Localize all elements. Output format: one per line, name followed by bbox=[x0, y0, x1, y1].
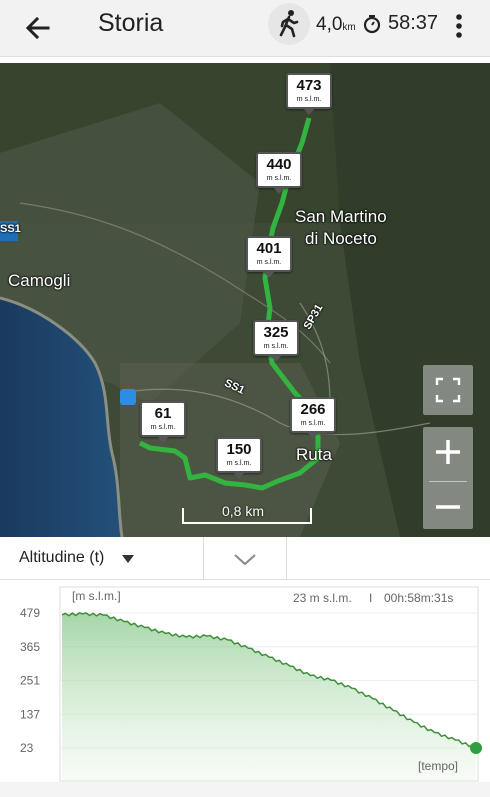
marker-unit: m s.l.m. bbox=[300, 420, 326, 427]
road-shield-ss1: SS1 bbox=[0, 223, 21, 235]
y-axis-label: [m s.l.m.] bbox=[72, 589, 121, 603]
page-title: Storia bbox=[98, 9, 164, 37]
more-vert-icon[interactable] bbox=[452, 12, 466, 40]
y-tick-label: 251 bbox=[20, 674, 40, 688]
y-tick-label: 365 bbox=[20, 640, 40, 654]
y-tick-label: 137 bbox=[20, 707, 40, 721]
elevation-chart[interactable]: 479 365 251 137 23 [m s.l.m.] 23 m s.l.m. I … bbox=[0, 580, 490, 782]
marker-unit: m s.l.m. bbox=[256, 259, 282, 266]
elevation-chart-svg: 47936525113723 [m s.l.m.] 23 m s.l.m. I … bbox=[20, 586, 482, 782]
walking-icon bbox=[279, 10, 299, 38]
back-arrow-icon[interactable] bbox=[22, 12, 54, 44]
app-bar: Storia 4,0km 58:37 bbox=[0, 0, 490, 57]
elevation-marker[interactable]: 61 m s.l.m. bbox=[140, 401, 186, 443]
zoom-out-icon[interactable] bbox=[423, 482, 473, 532]
elevation-area bbox=[62, 612, 476, 780]
collapse-chart-button[interactable] bbox=[204, 537, 287, 579]
elevation-marker[interactable]: 401 m s.l.m. bbox=[246, 236, 292, 278]
readout-separator: I bbox=[369, 591, 372, 605]
marker-value: 473 bbox=[296, 77, 322, 94]
y-tick-label: 23 bbox=[20, 741, 34, 755]
fullscreen-icon bbox=[435, 377, 461, 403]
fullscreen-button[interactable] bbox=[423, 365, 473, 415]
marker-value: 440 bbox=[266, 156, 292, 173]
map-label-san-martino-line1: San Martino bbox=[295, 207, 387, 226]
chart-toolbar: Altitudine (t) bbox=[0, 537, 490, 580]
zoom-in-icon[interactable] bbox=[423, 427, 473, 477]
y-tick-label: 479 bbox=[20, 606, 40, 620]
elevation-marker[interactable]: 325 m s.l.m. bbox=[253, 320, 299, 362]
elevation-marker[interactable]: 440 m s.l.m. bbox=[256, 152, 302, 194]
map-label-ruta: Ruta bbox=[296, 445, 332, 464]
elevation-marker[interactable]: 473 m s.l.m. bbox=[286, 73, 332, 115]
caret-down-icon bbox=[122, 555, 134, 563]
duration-readout: 58:37 bbox=[388, 12, 439, 34]
chevron-down-icon bbox=[234, 554, 256, 566]
map-label-camogli: Camogli bbox=[8, 271, 71, 290]
marker-value: 266 bbox=[300, 401, 326, 418]
activity-button[interactable] bbox=[268, 3, 310, 45]
marker-value: 61 bbox=[154, 405, 172, 422]
marker-unit: m s.l.m. bbox=[263, 343, 289, 350]
marker-unit: m s.l.m. bbox=[296, 96, 322, 103]
distance-readout: 4,0km bbox=[316, 14, 356, 36]
dropdown-label: Altitudine (t) bbox=[19, 549, 105, 566]
marker-unit: m s.l.m. bbox=[266, 175, 292, 182]
marker-value: 325 bbox=[263, 324, 289, 341]
stopwatch-icon bbox=[363, 15, 381, 34]
current-elevation: 23 m s.l.m. bbox=[293, 591, 352, 605]
satellite-map[interactable]: SS1 Camogli San Martino di Noceto Ruta S… bbox=[0, 63, 490, 537]
distance-value: 4,0 bbox=[316, 14, 343, 35]
elevation-marker[interactable]: 266 m s.l.m. bbox=[290, 397, 336, 439]
current-position-dot bbox=[470, 742, 482, 754]
chart-type-dropdown[interactable]: Altitudine (t) bbox=[0, 537, 204, 579]
elevation-marker[interactable]: 150 m s.l.m. bbox=[216, 437, 262, 479]
marker-unit: m s.l.m. bbox=[226, 460, 252, 467]
zoom-controls bbox=[423, 427, 473, 529]
bottom-strip bbox=[0, 782, 490, 797]
distance-unit: km bbox=[342, 22, 356, 33]
x-axis-label: [tempo] bbox=[418, 759, 458, 773]
scale-label: 0,8 km bbox=[222, 503, 265, 519]
marker-unit: m s.l.m. bbox=[150, 424, 176, 431]
marker-value: 401 bbox=[256, 240, 282, 257]
marker-value: 150 bbox=[226, 441, 252, 458]
map-label-san-martino-line2: di Noceto bbox=[305, 229, 377, 248]
current-time: 00h:58m:31s bbox=[384, 591, 453, 605]
